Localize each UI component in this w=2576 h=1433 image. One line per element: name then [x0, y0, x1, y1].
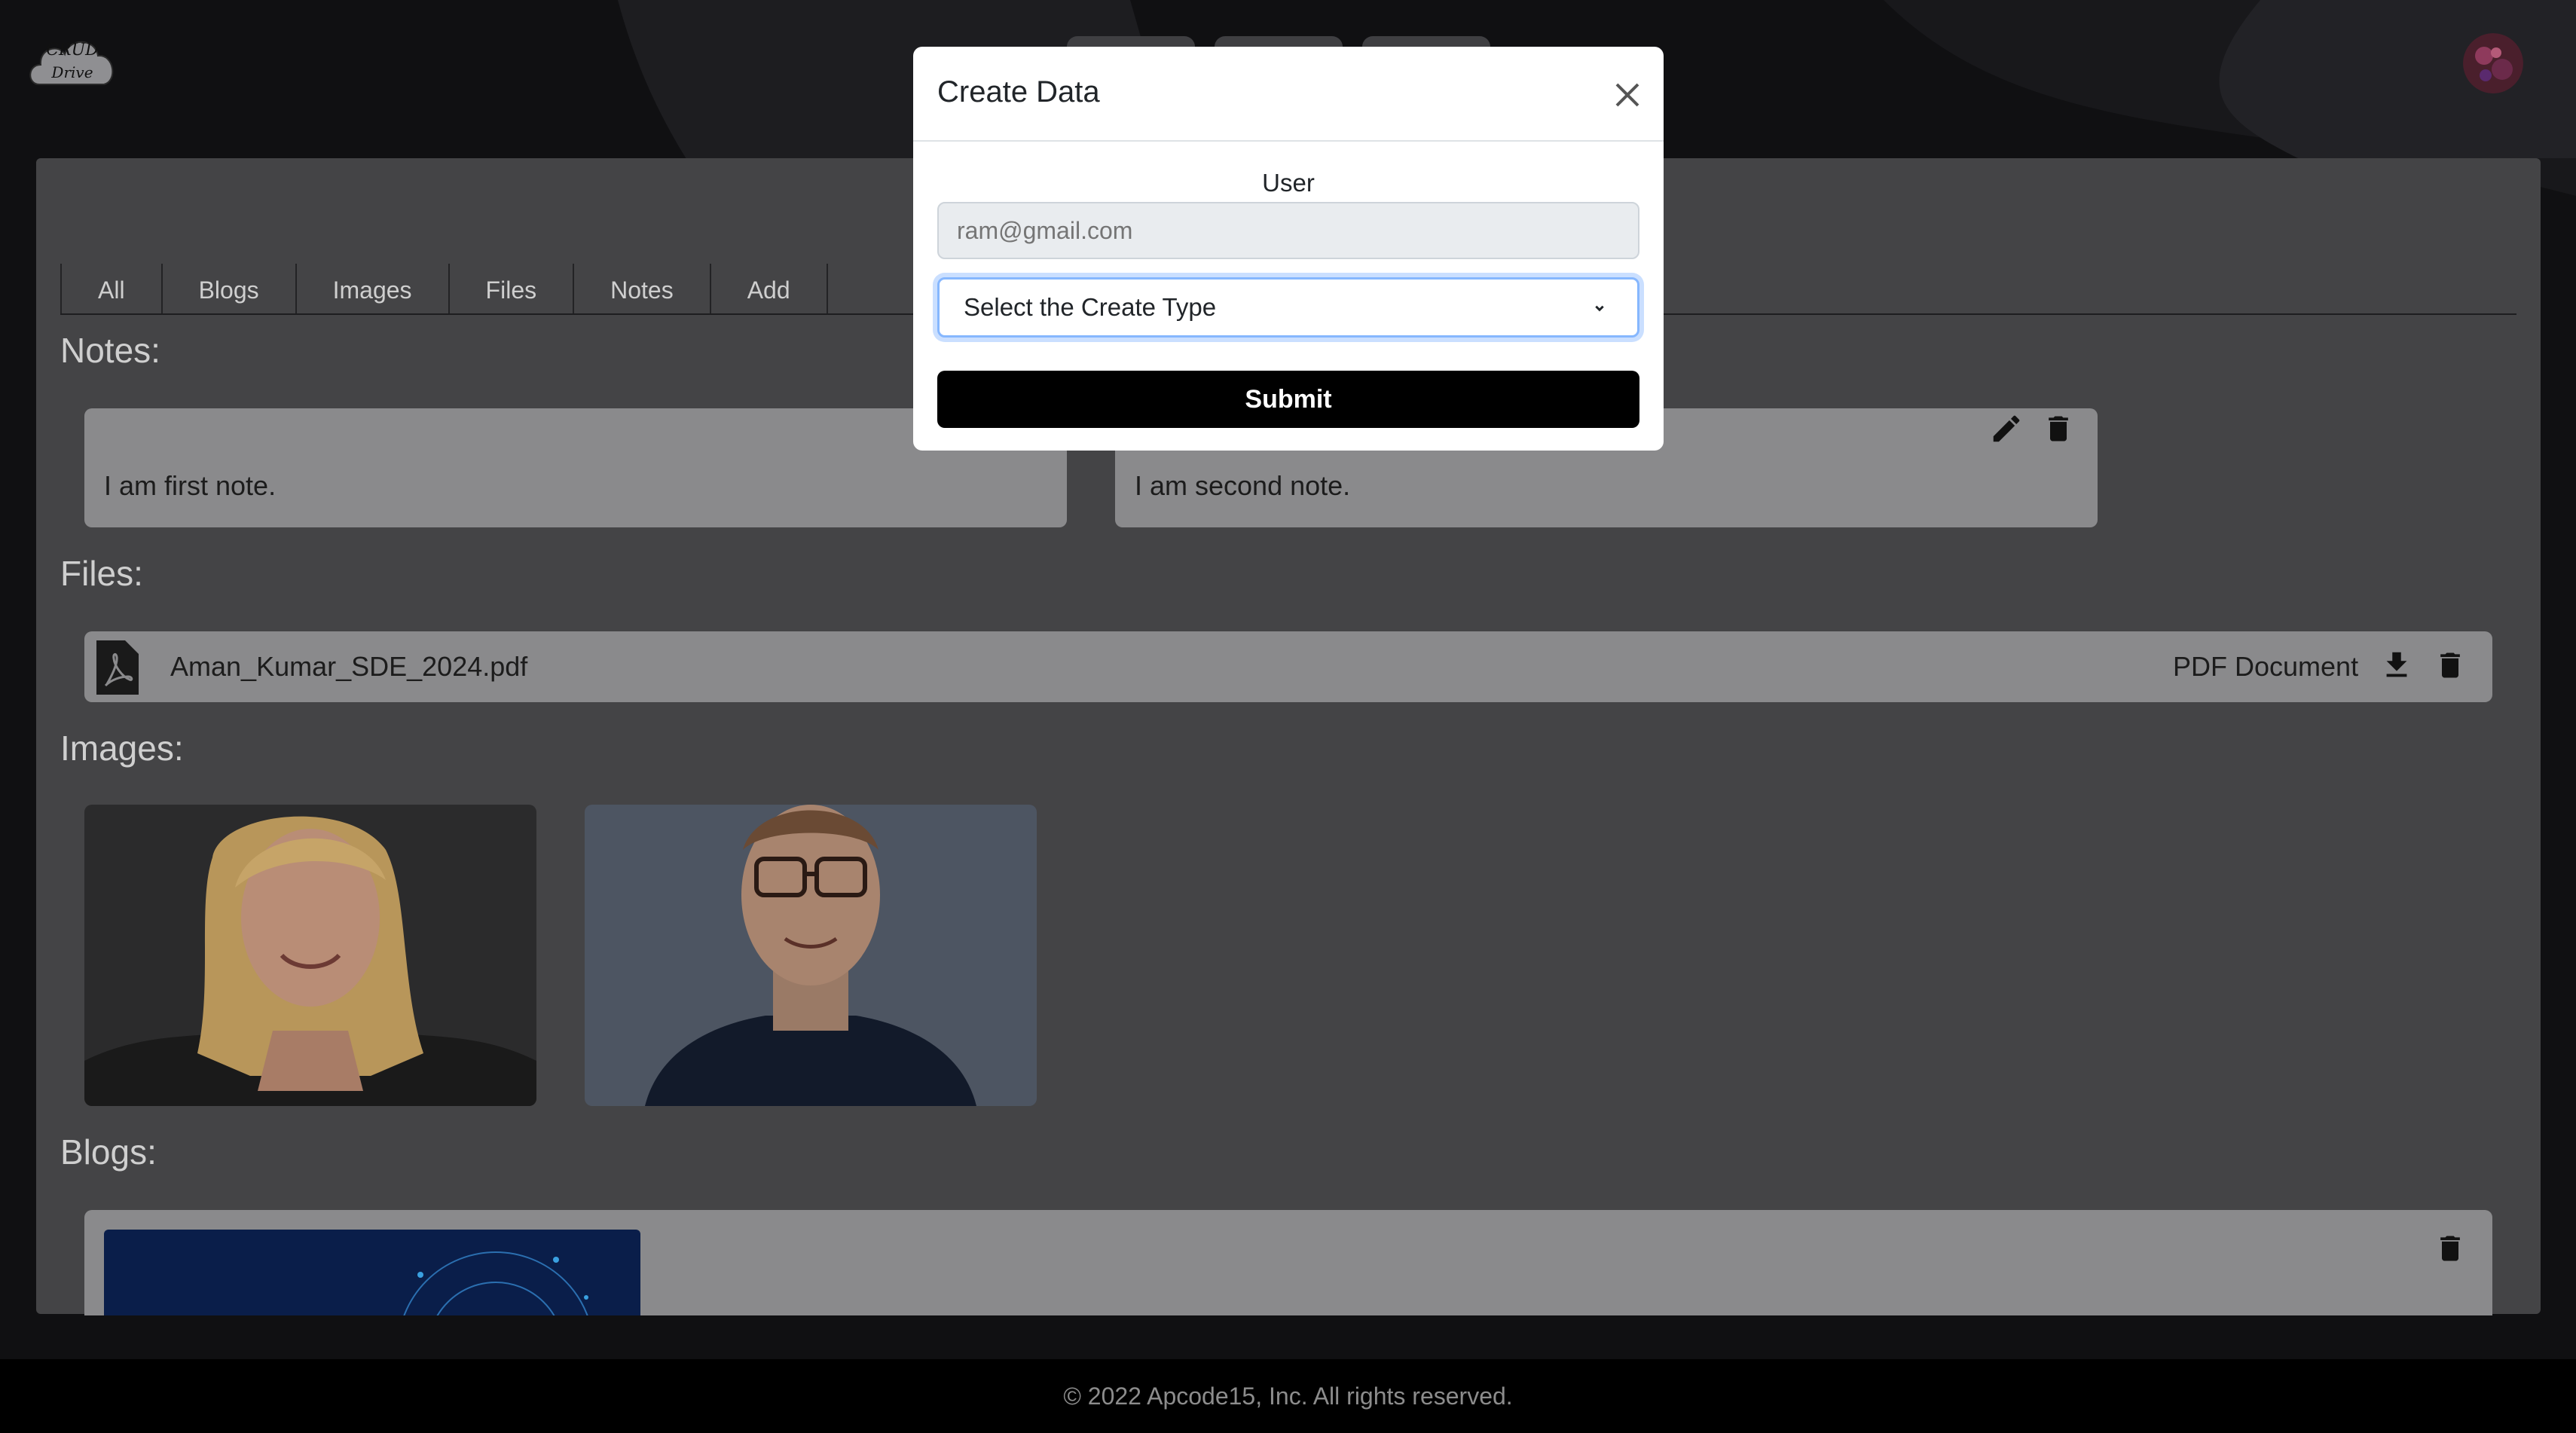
notes-section-title: Notes: [60, 331, 160, 370]
file-type: PDF Document [2173, 651, 2359, 682]
download-icon[interactable] [2379, 646, 2414, 688]
note-text: I am first note. [104, 470, 277, 501]
file-row[interactable]: Aman_Kumar_SDE_2024.pdf PDF Document [84, 631, 2492, 702]
trash-icon[interactable] [2434, 1230, 2467, 1271]
logo-text-line1: CRUD [46, 41, 99, 60]
app-logo[interactable]: CRUD Drive [26, 29, 119, 93]
pdf-file-icon [96, 640, 139, 698]
tab-label: Notes [610, 277, 674, 304]
footer: © 2022 Apcode15, Inc. All rights reserve… [0, 1359, 2576, 1433]
create-type-select[interactable]: Select the Create Type [937, 277, 1639, 338]
blog-card[interactable] [84, 1210, 2492, 1315]
nav-pill-1[interactable] [1067, 36, 1195, 47]
blog-cover-image [104, 1230, 640, 1315]
user-avatar[interactable] [2463, 33, 2523, 93]
tab-label: Blogs [198, 277, 259, 304]
tab-notes[interactable]: Notes [574, 264, 711, 315]
file-name: Aman_Kumar_SDE_2024.pdf [170, 651, 528, 682]
user-label: User [1262, 169, 1315, 197]
trash-icon[interactable] [2042, 411, 2075, 450]
submit-button[interactable]: Submit [937, 371, 1639, 428]
chevron-down-icon [1589, 296, 1610, 317]
files-section-title: Files: [60, 554, 143, 593]
tab-label: Images [332, 277, 412, 304]
user-email-input[interactable] [937, 202, 1639, 259]
footer-copyright: © 2022 Apcode15, Inc. All rights reserve… [1063, 1382, 1513, 1410]
blogs-section-title: Blogs: [60, 1132, 157, 1172]
image-thumbnail[interactable] [585, 805, 1037, 1106]
tab-files[interactable]: Files [450, 264, 575, 315]
nav-pill-2[interactable] [1215, 36, 1343, 47]
create-data-modal: Create Data User Select the Create Type … [913, 47, 1664, 451]
tab-all[interactable]: All [60, 264, 163, 315]
tab-label: Files [485, 277, 537, 304]
close-icon[interactable] [1609, 77, 1646, 113]
image-thumbnail[interactable] [84, 805, 536, 1106]
tab-blogs[interactable]: Blogs [163, 264, 297, 315]
tab-label: Add [747, 277, 790, 304]
note-text: I am second note. [1135, 470, 1351, 501]
modal-title: Create Data [937, 75, 1100, 108]
tab-add[interactable]: Add [711, 264, 828, 315]
select-value: Select the Create Type [964, 293, 1217, 321]
category-tabs: All Blogs Images Files Notes Add [60, 264, 828, 315]
pencil-icon[interactable] [1989, 411, 2024, 450]
trash-icon[interactable] [2434, 646, 2467, 688]
modal-divider [913, 140, 1664, 142]
images-section-title: Images: [60, 729, 184, 768]
nav-pill-3[interactable] [1362, 36, 1490, 47]
tab-label: All [98, 277, 125, 304]
logo-text-line2: Drive [51, 63, 93, 81]
tab-images[interactable]: Images [297, 264, 450, 315]
